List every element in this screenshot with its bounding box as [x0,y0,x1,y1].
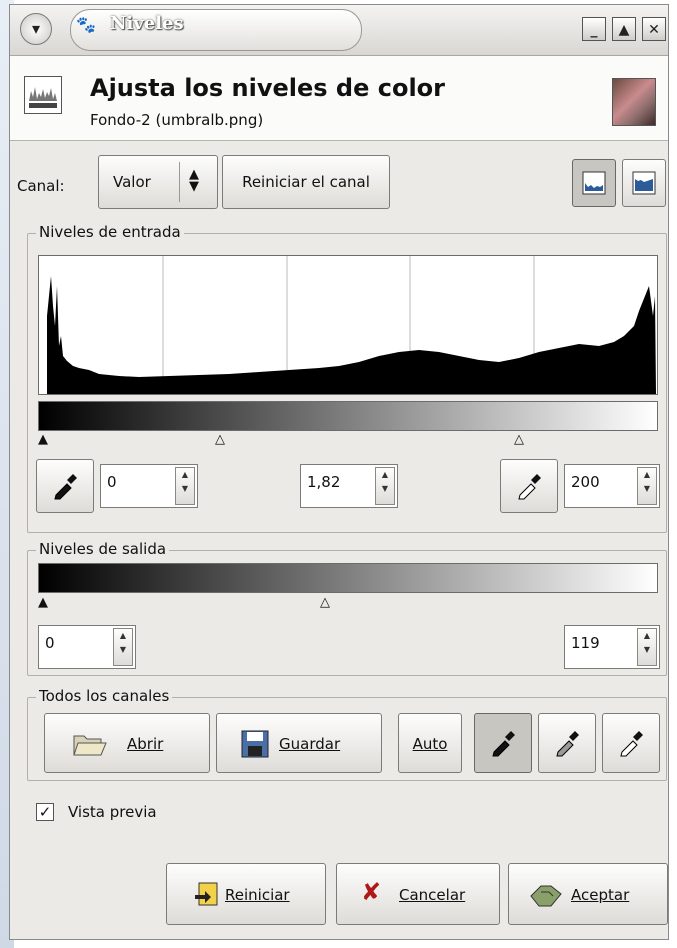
eyedropper-black-icon [54,474,77,500]
close-button[interactable]: ✕ [642,17,666,41]
all-channels-label: Todos los canales [36,687,173,705]
input-low-value: 0 [107,473,117,491]
image-thumbnail [612,78,656,126]
auto-black-picker-button[interactable] [474,713,532,773]
accept-button[interactable]: Aceptar [508,863,668,925]
floppy-disk-icon [241,730,269,758]
maximize-button[interactable]: ▲ [612,17,636,41]
eyedropper-white-icon [518,474,541,500]
auto-button[interactable]: Auto [398,713,462,773]
input-gradient-bar [38,401,658,431]
output-high-stepper[interactable]: ▲ ▼ [637,628,657,666]
eyedropper-white-icon [620,731,643,757]
output-high-value: 119 [571,634,600,652]
input-gamma-handle[interactable]: △ [215,433,225,446]
title-bar[interactable]: ▾ 🐾 Niveles _ ▲ ✕ [10,5,668,56]
reset-button[interactable]: Reiniciar [166,863,326,925]
accept-label: Aceptar [571,886,630,904]
input-low-field[interactable]: 0 ▲ ▼ [100,464,198,508]
cancel-x-icon: ✘ [361,878,382,906]
levels-dialog: ▾ 🐾 Niveles _ ▲ ✕ Ajusta los niveles de … [9,4,669,940]
preview-label[interactable]: Vista previa [68,803,157,821]
gimp-icon: 🐾 [76,15,96,34]
input-low-stepper[interactable]: ▲ ▼ [175,467,195,505]
save-label: Guardar [279,735,341,753]
channel-select[interactable]: Valor ▲ ▼ [98,155,218,209]
channel-select-value: Valor [113,173,151,191]
linear-histogram-toggle[interactable] [572,159,616,207]
cancel-button[interactable]: ✘ Cancelar [336,863,500,925]
input-gamma-field[interactable]: 1,82 ▲ ▼ [300,464,398,508]
handshake-icon [530,885,562,907]
preview-checkbox[interactable]: ✓ [36,803,54,821]
input-levels-label: Niveles de entrada [36,223,184,241]
histogram [38,255,658,395]
open-button[interactable]: Abrir [44,713,210,773]
log-histogram-icon [632,171,656,195]
eyedropper-gray-icon [556,731,579,757]
output-low-handle[interactable]: ▲ [38,596,48,609]
channel-label: Canal: [17,177,65,195]
linear-histogram-icon [582,171,606,195]
window-menu-button[interactable]: ▾ [20,13,52,45]
reset-icon [195,882,218,906]
auto-white-picker-button[interactable] [602,713,660,773]
input-high-value: 200 [571,473,600,491]
input-gamma-value: 1,82 [307,473,341,491]
dialog-title: Ajusta los niveles de color [90,74,446,102]
cancel-label: Cancelar [399,886,466,904]
input-gamma-stepper[interactable]: ▲ ▼ [375,467,395,505]
output-levels-label: Niveles de salida [36,540,170,558]
pick-white-point-button[interactable] [500,459,558,513]
reset-channel-button[interactable]: Reiniciar el canal [222,155,390,209]
output-high-field[interactable]: 119 ▲ ▼ [564,625,660,669]
minimize-button[interactable]: _ [582,17,606,41]
output-low-field[interactable]: 0 ▲ ▼ [38,625,136,669]
auto-gray-picker-button[interactable] [538,713,596,773]
output-mid-handle[interactable]: △ [320,596,330,609]
output-low-stepper[interactable]: ▲ ▼ [113,628,133,666]
levels-icon [24,76,62,114]
input-high-handle[interactable]: △ [514,433,524,446]
open-label: Abrir [127,735,164,753]
folder-icon [73,735,107,756]
input-high-stepper[interactable]: ▲ ▼ [637,467,657,505]
pick-black-point-button[interactable] [36,459,94,513]
input-high-field[interactable]: 200 ▲ ▼ [564,464,660,508]
window-title: Niveles [110,13,184,34]
save-button[interactable]: Guardar [216,713,382,773]
auto-label: Auto [412,735,448,753]
reset-label: Reiniciar [225,886,290,904]
reset-channel-label: Reiniciar el canal [242,173,370,191]
dialog-subtitle: Fondo-2 (umbralb.png) [90,111,264,129]
output-gradient-bar [38,563,658,593]
eyedropper-black-icon [492,731,515,757]
dialog-header: Ajusta los niveles de color Fondo-2 (umb… [10,56,668,141]
input-low-handle[interactable]: ▲ [38,433,48,446]
output-low-value: 0 [45,634,55,652]
updown-icon: ▲ ▼ [189,167,199,194]
log-histogram-toggle[interactable] [622,159,666,207]
